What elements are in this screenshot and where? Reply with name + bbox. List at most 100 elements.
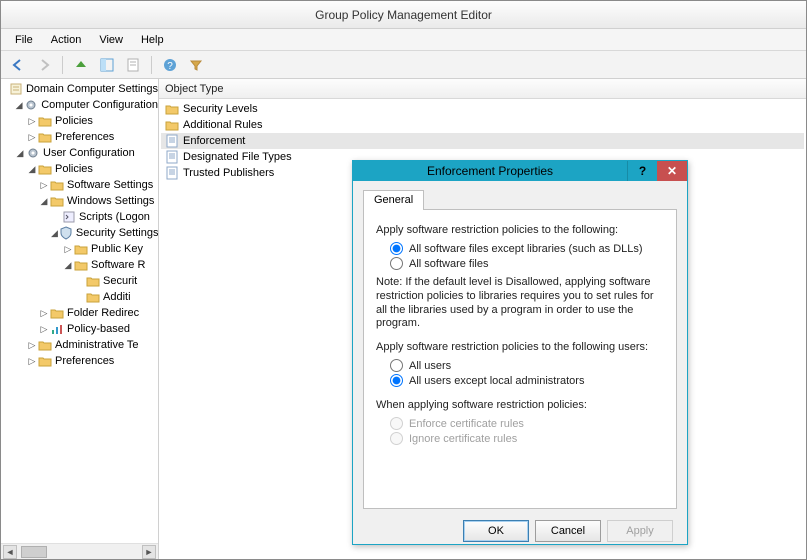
expand-icon[interactable]: ▷ [27,356,37,366]
radio-all-users[interactable]: All users [390,359,664,372]
dialog-help-button[interactable]: ? [627,161,657,181]
expand-icon[interactable]: ▷ [39,308,49,318]
tree-item[interactable]: ▷Administrative Te [3,337,158,353]
expand-icon[interactable]: ▷ [63,244,73,254]
radio-input[interactable] [390,374,403,387]
tree-item[interactable]: ▷ Public Key [3,241,158,257]
expand-icon[interactable]: ▷ [39,180,49,190]
tree-item[interactable]: ▷ Policy-based [3,321,158,337]
tree-item[interactable]: ◢User Configuration [3,145,158,161]
show-hide-tree-button[interactable] [96,54,118,76]
expand-icon[interactable]: ▷ [39,324,49,334]
tree-item[interactable]: ▷ Software Settings [3,177,158,193]
script-icon [62,210,76,224]
tree-item-label: Public Key [91,243,143,255]
tree-item[interactable]: ▷ Folder Redirec [3,305,158,321]
tree-item-label: Policy-based [67,323,130,335]
ok-button[interactable]: OK [463,520,529,542]
list-item-label: Security Levels [183,103,258,115]
filter-button[interactable] [185,54,207,76]
gear-icon [24,98,38,112]
expand-icon[interactable]: ▷ [27,116,37,126]
tree-item[interactable]: ◢Security Settings [3,225,158,241]
tree-item[interactable]: ▷ Policies [3,113,158,129]
tree-item[interactable]: ◢Software R [3,257,158,273]
tree-item-label: Domain Computer Settings [26,83,158,95]
radio-label: All users except local administrators [409,375,584,387]
tree-item[interactable]: ▷Preferences [3,353,158,369]
bars-icon [50,322,64,336]
folder-icon [38,130,52,144]
radio-input[interactable] [390,257,403,270]
radio-label: All users [409,360,451,372]
help-button[interactable]: ? [159,54,181,76]
folder-icon [50,306,64,320]
radio-input[interactable] [390,359,403,372]
collapse-icon[interactable]: ◢ [27,164,37,174]
menu-help[interactable]: Help [133,32,172,48]
tree-item-label: Securit [103,275,137,287]
tree-item[interactable]: ◢Windows Settings [3,193,158,209]
dialog-title: Enforcement Properties [353,164,627,178]
dialog-titlebar: Enforcement Properties ? ✕ [353,161,687,181]
menu-file[interactable]: File [7,32,41,48]
tree-toggle-spacer [3,84,8,94]
tab-strip: General [363,187,677,209]
collapse-icon[interactable]: ◢ [15,148,25,158]
tree-item[interactable]: Scripts (Logon [3,209,158,225]
tree-item[interactable]: Additi [3,289,158,305]
list-item[interactable]: Security Levels [161,101,804,117]
folder-icon [86,290,100,304]
tree-item-label: Policies [55,115,93,127]
tree-item[interactable]: ◢ Computer Configuration [3,97,158,113]
doc-icon [165,150,179,164]
tab-panel-general: Apply software restriction policies to t… [363,209,677,509]
section-apply-users-label: Apply software restriction policies to t… [376,341,664,353]
tree-item[interactable]: Securit [3,273,158,289]
expand-icon[interactable]: ▷ [27,132,37,142]
folder-icon [38,162,52,176]
list-column-header[interactable]: Object Type [159,79,806,99]
tree-body[interactable]: Domain Computer Settings◢Computer Config… [1,79,158,543]
tree-horizontal-scrollbar[interactable]: ◄ ► [1,543,158,559]
list-item[interactable]: Additional Rules [161,117,804,133]
collapse-icon[interactable]: ◢ [15,100,23,110]
tree-item-label: Folder Redirec [67,307,139,319]
back-button[interactable] [7,54,29,76]
folder-icon [38,114,52,128]
doc-icon [165,166,179,180]
scroll-left-icon[interactable]: ◄ [3,545,17,559]
menubar: File Action View Help [1,29,806,51]
radio-all-except-libraries[interactable]: All software files except libraries (suc… [390,242,664,255]
collapse-icon[interactable]: ◢ [39,196,49,206]
up-button[interactable] [70,54,92,76]
toolbar-separator [62,56,63,74]
radio-all-users-except-admins[interactable]: All users except local administrators [390,374,664,387]
cancel-button[interactable]: Cancel [535,520,601,542]
tree-item[interactable]: Domain Computer Settings [3,81,158,97]
list-item[interactable]: Enforcement [161,133,804,149]
list-item-label: Designated File Types [183,151,292,163]
tree-item[interactable]: ▷Preferences [3,129,158,145]
tree-item-label: Software Settings [67,179,153,191]
scroll-right-icon[interactable]: ► [142,545,156,559]
tree-item-label: Computer Configuration [41,99,158,111]
list-item-label: Enforcement [183,135,245,147]
radio-all-software-files[interactable]: All software files [390,257,664,270]
expand-icon[interactable]: ▷ [27,340,37,350]
dialog-close-button[interactable]: ✕ [657,161,687,181]
properties-button[interactable] [122,54,144,76]
radio-input [390,417,403,430]
tree-item[interactable]: ◢Policies [3,161,158,177]
tab-general[interactable]: General [363,190,424,210]
collapse-icon[interactable]: ◢ [51,228,58,238]
menu-view[interactable]: View [91,32,131,48]
menu-action[interactable]: Action [43,32,90,48]
note-text: Note: If the default level is Disallowed… [376,276,664,331]
collapse-icon[interactable]: ◢ [63,260,73,270]
tree-toggle-spacer [75,276,85,286]
forward-button[interactable] [33,54,55,76]
radio-input[interactable] [390,242,403,255]
enforcement-properties-dialog: Enforcement Properties ? ✕ General Apply… [352,160,688,545]
scroll-thumb[interactable] [21,546,47,558]
